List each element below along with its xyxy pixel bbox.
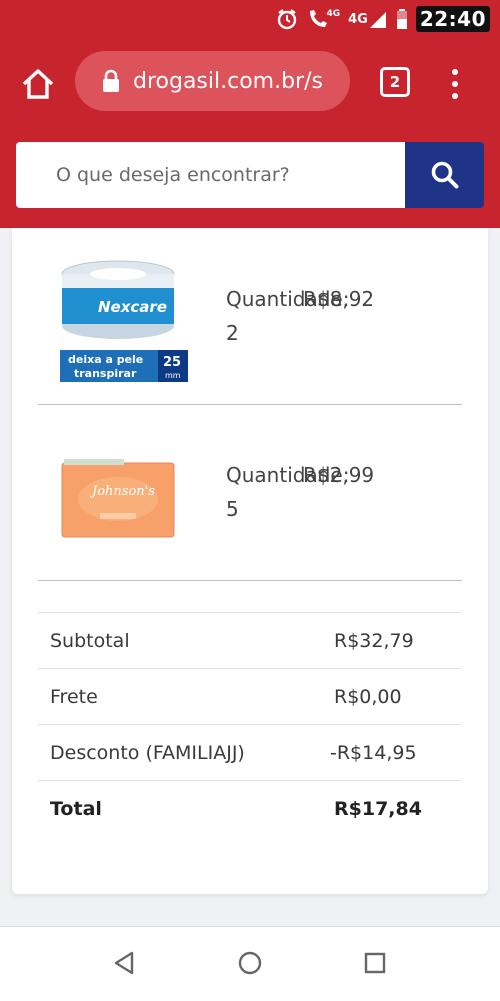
discount-row: Desconto (FAMILIAJJ) -R$14,95: [38, 724, 462, 781]
item-price: R$2,99: [303, 463, 375, 487]
total-row: Total R$17,84: [38, 780, 462, 837]
nexcare-logo-text: Nexcare: [98, 298, 167, 316]
browser-toolbar: drogasil.com.br/s 2: [0, 38, 500, 130]
alarm-icon: [276, 8, 298, 30]
shipping-label: Frete: [50, 686, 98, 708]
product-image-nexcare: Nexcare deixa a pele transpirar 25 mm: [60, 258, 188, 382]
svg-text:deixa a pele: deixa a pele: [68, 353, 143, 366]
battery-icon: [396, 9, 408, 29]
johnsons-logo-text: Johnson's: [89, 484, 155, 499]
shipping-value: R$0,00: [334, 686, 402, 708]
total-value: R$17,84: [334, 798, 422, 820]
divider: [38, 580, 462, 581]
menu-dots-icon[interactable]: [447, 66, 463, 102]
subtotal-row: Subtotal R$32,79: [38, 612, 462, 669]
lock-icon: [103, 69, 119, 92]
discount-value: -R$14,95: [330, 742, 417, 764]
status-bar: 4G 4G 22:40: [0, 0, 500, 38]
item-price: R$8,92: [303, 287, 375, 311]
address-bar[interactable]: drogasil.com.br/s: [75, 51, 350, 111]
svg-text:mm: mm: [165, 371, 181, 380]
subtotal-value: R$32,79: [334, 630, 414, 652]
cart-item[interactable]: Johnson's Quantidade: 5 R$2,99: [38, 405, 462, 581]
tab-switcher-button[interactable]: 2: [380, 67, 410, 97]
wifi-call-icon: 4G: [306, 8, 340, 30]
cart-summary-card: Nexcare deixa a pele transpirar 25 mm Qu…: [12, 228, 488, 894]
signal-label-1: 4G: [326, 9, 341, 19]
search-button[interactable]: [405, 142, 484, 208]
discount-label: Desconto (FAMILIAJJ): [50, 742, 245, 764]
search-strip: [0, 130, 500, 228]
product-image-johnsons: Johnson's: [60, 459, 176, 539]
shipping-row: Frete R$0,00: [38, 668, 462, 725]
signal-icon: 4G: [348, 10, 388, 28]
signal-label-2: 4G: [348, 11, 368, 27]
search-icon: [431, 161, 458, 189]
url-text: drogasil.com.br/s: [133, 68, 323, 94]
recents-icon[interactable]: [361, 949, 389, 977]
total-label: Total: [50, 798, 102, 820]
clock: 22:40: [415, 6, 490, 32]
back-icon[interactable]: [111, 949, 139, 977]
quantity-value: 2: [226, 321, 239, 345]
cart-item[interactable]: Nexcare deixa a pele transpirar 25 mm Qu…: [38, 228, 462, 404]
svg-text:25: 25: [163, 355, 181, 370]
search-box: [16, 142, 406, 208]
subtotal-label: Subtotal: [50, 630, 130, 652]
search-input[interactable]: [54, 142, 398, 208]
system-nav-bar: [0, 926, 500, 1001]
home-circle-icon[interactable]: [236, 949, 264, 977]
svg-text:transpirar: transpirar: [74, 367, 137, 380]
status-icons: 4G 4G 22:40: [276, 6, 490, 32]
quantity-value: 5: [226, 497, 239, 521]
home-icon[interactable]: [20, 66, 56, 102]
